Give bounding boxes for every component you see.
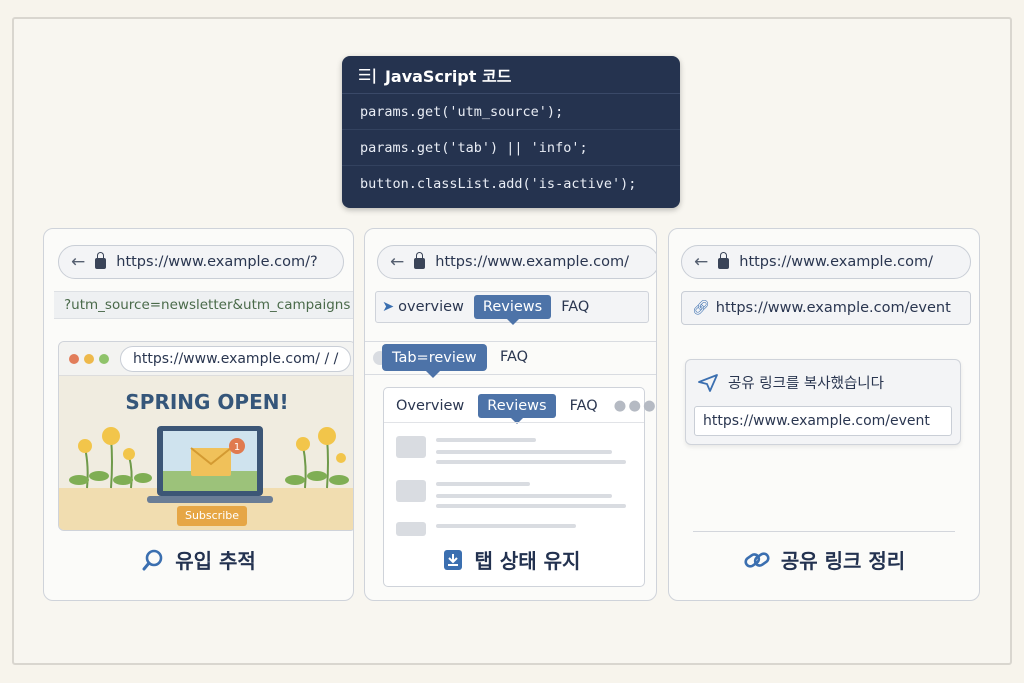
tab-bar-inner: Overview Reviews FAQ ●●● [396, 394, 656, 424]
back-arrow-icon[interactable]: ← [390, 252, 404, 272]
panel-label-text: 탭 상태 유지 [474, 549, 581, 573]
divider [693, 531, 955, 532]
window-maximize-dot[interactable] [99, 353, 109, 364]
param-faq-label[interactable]: FAQ [500, 349, 528, 365]
code-line: button.classList.add('is-active'); [360, 176, 637, 192]
lock-icon [718, 251, 730, 269]
tab-overview[interactable]: overview [398, 299, 464, 315]
copied-message: 공유 링크를 복사했습니다 [728, 376, 884, 392]
mini-browser-window: https://www.example.com/ / / SPRING OPEN… [58, 341, 353, 531]
panel-label: 탭 상태 유지 [365, 545, 656, 574]
copied-toast: 공유 링크를 복사했습니다 https://www.example.com/ev… [685, 359, 961, 445]
notification-badge-count: 1 [234, 442, 240, 453]
play-icon: ➤ [382, 299, 395, 315]
window-minimize-dot[interactable] [84, 353, 94, 364]
lock-icon [414, 251, 426, 269]
code-header: ☰| JavaScript 코드 [342, 56, 680, 94]
copied-header: 공유 링크를 복사했습니다 [698, 372, 884, 393]
panel-label-text: 유입 추적 [175, 549, 256, 573]
panel-label-text: 공유 링크 정리 [780, 549, 906, 573]
tab-overview[interactable]: Overview [396, 398, 464, 414]
panel-share-link: ← https://www.example.com/ 🔗︎ https://ww… [668, 228, 980, 601]
more-dots-icon[interactable]: ●●● [614, 398, 656, 414]
share-link-field[interactable]: 🔗︎ https://www.example.com/event [681, 291, 971, 325]
back-arrow-icon[interactable]: ← [71, 252, 85, 272]
link-icon: 🔗︎ [692, 300, 710, 316]
search-icon [142, 549, 163, 570]
panel-traffic-tracking: ← https://www.example.com/? ?utm_source=… [43, 228, 354, 601]
mini-address-bar[interactable]: https://www.example.com/ / / [120, 345, 352, 372]
send-icon [698, 373, 718, 392]
lock-icon [95, 251, 107, 269]
tab-faq[interactable]: FAQ [570, 398, 598, 414]
share-link-text: https://www.example.com/event [715, 300, 951, 316]
mini-browser-bar: https://www.example.com/ / / [59, 342, 353, 376]
tab-reviews[interactable]: Reviews [473, 295, 552, 325]
tab-bar-top: ➤ overview Reviews FAQ [375, 291, 649, 325]
download-list-icon [443, 549, 462, 570]
panel-label: 공유 링크 정리 [669, 545, 979, 574]
code-snippet-box: ☰| JavaScript 코드 params.get('utm_source'… [342, 56, 680, 208]
url-text: https://www.example.com/ [435, 254, 629, 270]
utm-query-string: ?utm_source=newsletter&utm_campaigns [54, 291, 353, 319]
tab-faq[interactable]: FAQ [561, 299, 589, 315]
url-text: https://www.example.com/? [116, 254, 318, 270]
subscribe-button[interactable]: Subscribe [177, 506, 247, 526]
code-line: params.get('tab') || 'info'; [342, 130, 680, 166]
window-close-dot[interactable] [69, 353, 79, 364]
chain-link-icon [744, 551, 770, 568]
code-line: params.get('utm_source'); [342, 94, 680, 130]
address-bar[interactable]: ← https://www.example.com/ [681, 245, 971, 279]
envelope-icon [190, 447, 232, 476]
panel-tab-state: ← https://www.example.com/ ➤ overview Re… [364, 228, 657, 601]
url-text: https://www.example.com/ [739, 254, 933, 270]
code-title: JavaScript 코드 [384, 66, 512, 86]
copied-url-field[interactable]: https://www.example.com/event [694, 406, 952, 436]
tab-param-pill: Tab=review [382, 344, 487, 378]
address-bar[interactable]: ← https://www.example.com/? [58, 245, 344, 279]
panel-label: 유입 추적 [44, 545, 353, 574]
tab-reviews[interactable]: Reviews [478, 394, 556, 424]
back-arrow-icon[interactable]: ← [694, 252, 708, 272]
address-bar[interactable]: ← https://www.example.com/ [377, 245, 656, 279]
list-code-icon: ☰| [358, 65, 377, 84]
